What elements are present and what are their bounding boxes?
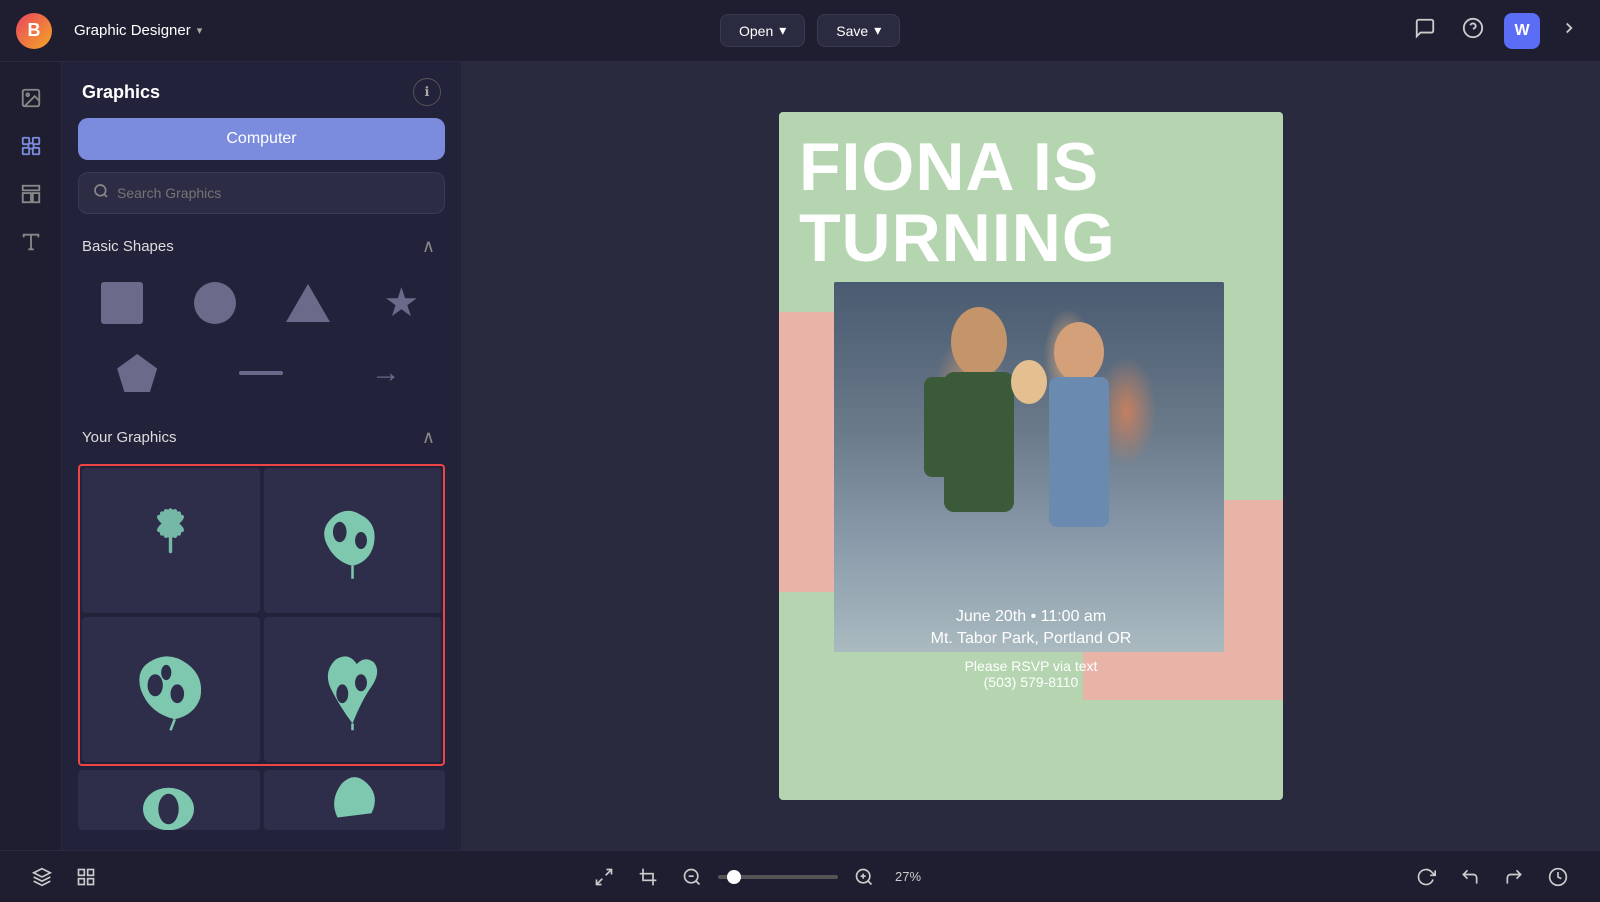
bottom-right (1408, 861, 1576, 893)
graphic-item-1[interactable] (82, 468, 260, 613)
basic-shapes-header: Basic Shapes ∧ (78, 234, 445, 259)
shape-pentagon[interactable] (82, 343, 192, 403)
shapes-row2: → (78, 343, 445, 403)
basic-shapes-grid: ★ (78, 273, 445, 333)
shape-triangle[interactable] (269, 273, 348, 333)
bottom-toolbar: 27% (0, 850, 1600, 902)
app-title-label: Graphic Designer (74, 22, 191, 39)
save-button[interactable]: Save ▾ (817, 14, 900, 47)
message-icon-button[interactable] (1408, 11, 1442, 51)
bottom-left (24, 861, 104, 893)
card-title: FIONA IS TURNING (799, 132, 1263, 275)
card-location: Mt. Tabor Park, Portland OR (779, 630, 1283, 648)
topbar: B Graphic Designer ▾ Open ▾ Save ▾ W (0, 0, 1600, 62)
main-area: Graphics ℹ Computer Basic Shapes ∧ (0, 62, 1600, 850)
refresh-button[interactable] (1408, 861, 1444, 893)
open-button[interactable]: Open ▾ (720, 14, 805, 47)
canvas-area: FIONA IS TURNING (462, 62, 1600, 850)
open-label: Open (739, 23, 773, 39)
shape-star[interactable]: ★ (362, 273, 441, 333)
shape-arrow[interactable]: → (331, 343, 441, 403)
zoom-in-button[interactable] (846, 861, 882, 893)
card-photo (834, 282, 1224, 652)
your-graphics-grid (78, 464, 445, 766)
title-line2: TURNING (799, 200, 1116, 276)
crop-button[interactable] (630, 861, 666, 893)
card-rsvp: Please RSVP via text (779, 658, 1283, 674)
zoom-out-button[interactable] (674, 861, 710, 893)
basic-shapes-collapse[interactable]: ∧ (416, 234, 441, 259)
panel-body: Computer Basic Shapes ∧ (62, 118, 461, 830)
bottom-center: 27% (586, 861, 926, 893)
save-label: Save (836, 23, 868, 39)
search-input[interactable] (117, 185, 430, 201)
zoom-slider[interactable] (718, 875, 838, 879)
icon-bar-images[interactable] (11, 78, 51, 118)
graphic-item-4[interactable] (264, 617, 442, 762)
open-chevron: ▾ (779, 22, 786, 39)
your-graphics-title: Your Graphics (82, 429, 177, 446)
card-details: June 20th • 11:00 am Mt. Tabor Park, Por… (779, 608, 1283, 690)
app-title-chevron: ▾ (197, 24, 203, 37)
title-line1: FIONA IS (799, 129, 1099, 205)
family-photo-bg (834, 282, 1224, 652)
save-chevron: ▾ (874, 22, 881, 39)
redo-button[interactable] (1496, 861, 1532, 893)
fit-screen-button[interactable] (586, 861, 622, 893)
shape-square[interactable] (82, 273, 161, 333)
graphic-item-2[interactable] (264, 468, 442, 613)
icon-bar-graphics[interactable] (11, 126, 51, 166)
zoom-percentage: 27% (890, 869, 926, 884)
your-graphics-header: Your Graphics ∧ (78, 425, 445, 450)
undo-button[interactable] (1452, 861, 1488, 893)
card-date: June 20th • 11:00 am (779, 608, 1283, 626)
avatar[interactable]: W (1504, 13, 1540, 49)
zoom-slider-wrap (718, 875, 838, 879)
card-title-area: FIONA IS TURNING (799, 132, 1263, 275)
app-logo[interactable]: B (16, 13, 52, 49)
icon-bar (0, 62, 62, 850)
left-panel: Graphics ℹ Computer Basic Shapes ∧ (62, 62, 462, 850)
grid-button[interactable] (68, 861, 104, 893)
design-card[interactable]: FIONA IS TURNING (779, 112, 1283, 800)
search-bar[interactable] (78, 172, 445, 214)
layers-button[interactable] (24, 861, 60, 893)
info-icon[interactable]: ℹ (413, 78, 441, 106)
expand-icon-button[interactable] (1554, 13, 1584, 49)
panel-header: Graphics ℹ (62, 62, 461, 118)
history-button[interactable] (1540, 861, 1576, 893)
graphic-item-3[interactable] (82, 617, 260, 762)
icon-bar-text[interactable] (11, 222, 51, 262)
panel-title: Graphics (82, 82, 160, 103)
graphic-item-6[interactable] (264, 770, 446, 830)
help-icon-button[interactable] (1456, 11, 1490, 51)
app-title-button[interactable]: Graphic Designer ▾ (64, 16, 212, 45)
shape-line[interactable] (206, 343, 316, 403)
icon-bar-layout[interactable] (11, 174, 51, 214)
search-icon (93, 183, 109, 203)
shape-circle[interactable] (175, 273, 254, 333)
topbar-right: W (1408, 11, 1584, 51)
your-graphics-collapse[interactable]: ∧ (416, 425, 441, 450)
topbar-center: Open ▾ Save ▾ (224, 14, 1396, 47)
basic-shapes-title: Basic Shapes (82, 238, 174, 255)
canvas-wrapper: FIONA IS TURNING (779, 112, 1283, 800)
computer-button[interactable]: Computer (78, 118, 445, 160)
card-phone: (503) 579-8110 (779, 674, 1283, 690)
graphic-item-5[interactable] (78, 770, 260, 830)
